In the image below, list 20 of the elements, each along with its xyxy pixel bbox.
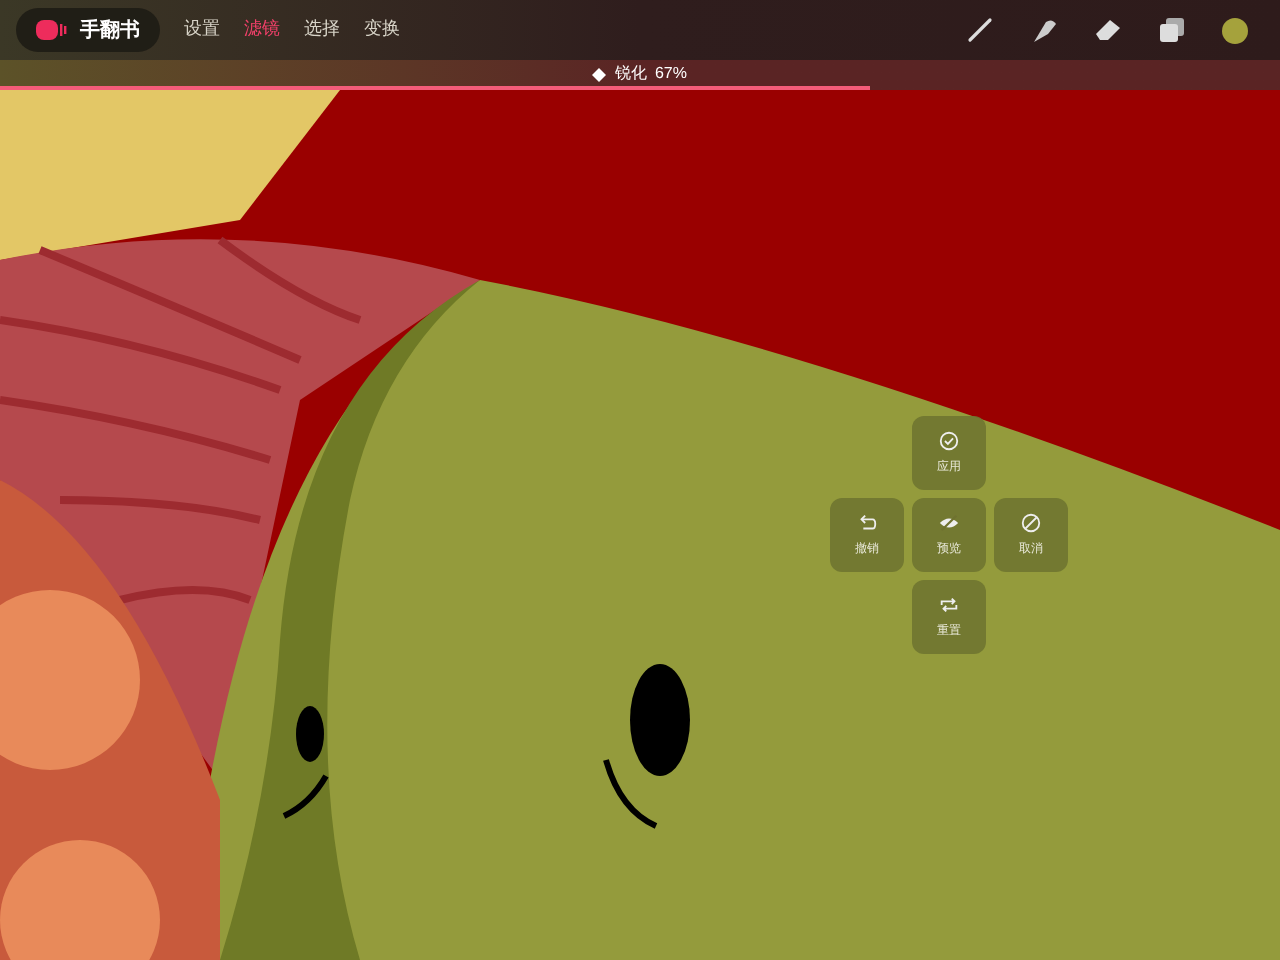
app-logo-icon: [36, 20, 68, 40]
app-badge[interactable]: 手翻书: [16, 8, 160, 52]
undo-icon: [856, 511, 878, 533]
menu-tab[interactable]: 变换: [364, 16, 400, 44]
menu-tab[interactable]: 滤镜: [244, 16, 280, 44]
cancel-icon: [1020, 511, 1042, 533]
smudge-icon[interactable]: [1030, 16, 1058, 44]
eye-slash-icon: [938, 511, 960, 533]
app-name: 手翻书: [80, 17, 140, 45]
check-circle-icon: [938, 429, 960, 451]
menu-tab[interactable]: 设置: [184, 16, 220, 44]
color-swatch[interactable]: [1222, 17, 1248, 43]
filter-name: 锐化: [614, 62, 647, 86]
filter-reading: 67%: [654, 62, 687, 86]
layers-icon[interactable]: [1158, 16, 1186, 44]
repeat-icon: [938, 593, 960, 615]
brush-icon[interactable]: [966, 16, 994, 44]
diamond-icon: [592, 67, 607, 81]
menu-tab[interactable]: 选择: [304, 16, 340, 44]
eraser-icon[interactable]: [1094, 16, 1122, 44]
